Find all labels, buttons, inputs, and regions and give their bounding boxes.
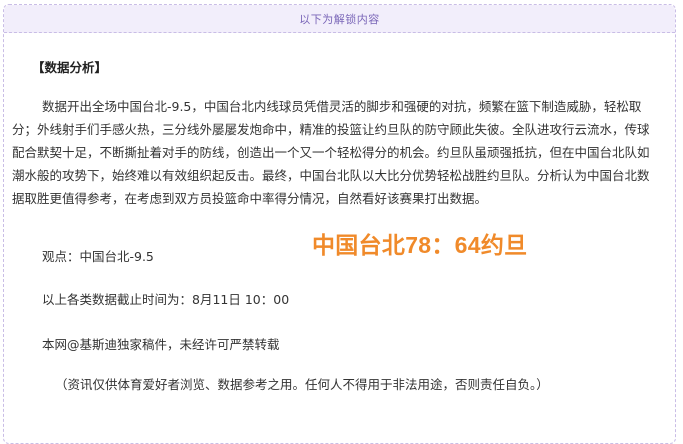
disclaimer-text: （资讯仅供体育爱好者浏览、数据参考之用。任何人不得用于非法用途，否则责任自负。） [55, 377, 549, 392]
section-title: 【数据分析】 [32, 60, 108, 75]
final-score-overlay: 中国台北78：64约旦 [312, 232, 528, 258]
analysis-paragraph: 数据开出全场中国台北-9.5，中国台北内线球员凭借灵活的脚步和强硬的对抗，频繁在… [12, 99, 650, 206]
unlock-header: 以下为解锁内容 [4, 5, 675, 33]
data-cutoff-text: 以上各类数据截止时间为：8月11日 10：00 [42, 292, 290, 307]
copyright-notice: 本网@基斯迪独家稿件，未经许可严禁转载 [42, 337, 280, 352]
